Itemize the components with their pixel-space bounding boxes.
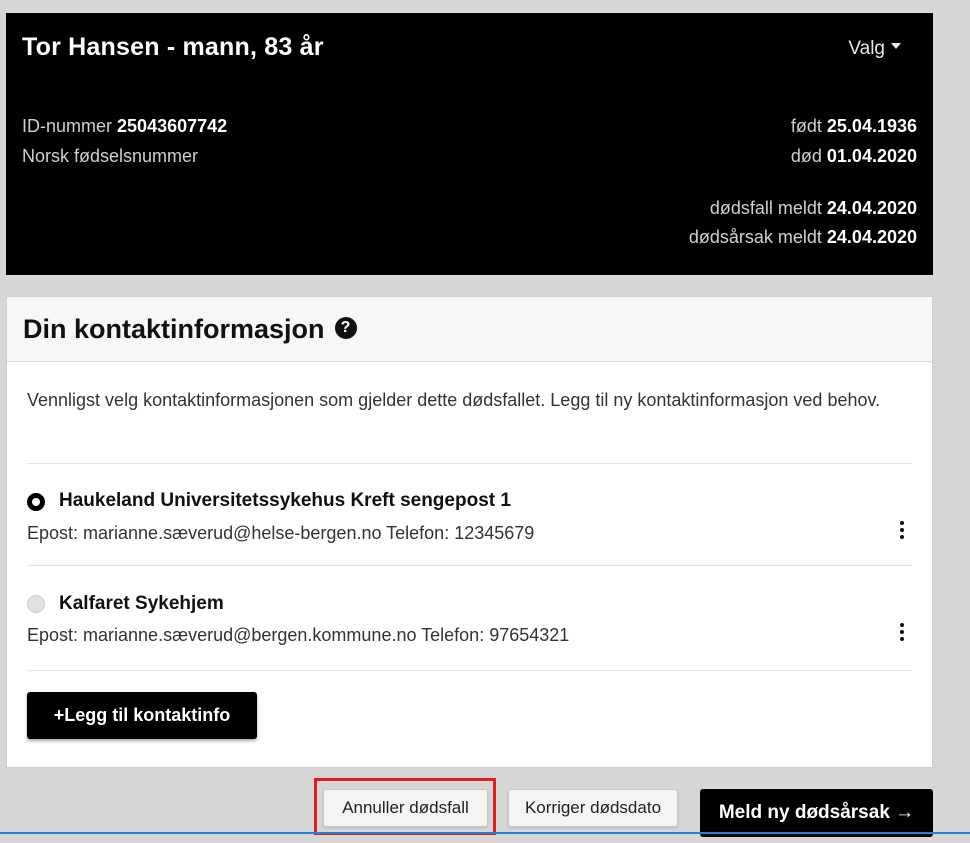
contact-option-2-radio[interactable] xyxy=(27,595,45,613)
contact-option-2-detail: Epost: marianne.sæverud@bergen.kommune.n… xyxy=(27,625,570,645)
died-label: død xyxy=(790,146,822,166)
correct-death-date-button[interactable]: Korriger dødsdato xyxy=(508,789,678,827)
options-menu-label: Valg xyxy=(848,38,885,59)
id-number-value: 25043607742 xyxy=(117,116,228,136)
bottom-border xyxy=(0,832,970,834)
divider xyxy=(27,565,912,566)
patient-title: Tor Hansen - mann, 83 år xyxy=(22,33,324,61)
question-circle-icon[interactable]: ? xyxy=(334,316,357,339)
cause-reported-row: dødsårsak meldt 24.04.2020 xyxy=(689,227,917,248)
id-type: Norsk fødselsnummer xyxy=(22,146,199,166)
contact-option-1-radio[interactable] xyxy=(27,493,45,511)
contact-option-1-name[interactable]: Haukeland Universitetssykehus Kreft seng… xyxy=(59,490,511,512)
intro-text: Vennligst velg kontaktinformasjonen som … xyxy=(27,390,881,410)
contact-option-1-detail: Epost: marianne.sæverud@helse-bergen.no … xyxy=(27,523,535,543)
cause-reported-value: 24.04.2020 xyxy=(826,227,917,247)
highlight-box xyxy=(314,778,496,835)
died-value: 01.04.2020 xyxy=(826,146,917,166)
panel-title-row: Din kontaktinformasjon? xyxy=(23,314,357,345)
options-menu[interactable]: Valg xyxy=(848,38,901,60)
cause-reported-label: dødsårsak meldt xyxy=(688,227,822,247)
panel-header: Din kontaktinformasjon? xyxy=(7,297,932,362)
death-reported-label: dødsfall meldt xyxy=(709,198,822,218)
death-reported-value: 24.04.2020 xyxy=(826,198,917,218)
died-row: død 01.04.2020 xyxy=(791,146,917,167)
caret-down-icon xyxy=(891,42,901,49)
id-number-row: ID-nummer 25043607742 xyxy=(22,116,227,137)
divider xyxy=(27,463,912,464)
add-contact-button[interactable]: +Legg til kontaktinfo xyxy=(27,692,257,739)
contact-info-panel: Din kontaktinformasjon? Vennligst velg k… xyxy=(6,296,933,768)
born-value: 25.04.1936 xyxy=(826,116,917,136)
born-row: født 25.04.1936 xyxy=(791,116,917,137)
more-vertical-icon[interactable] xyxy=(895,621,909,643)
contact-option-2-name[interactable]: Kalfaret Sykehjem xyxy=(59,593,224,615)
born-label: født xyxy=(790,116,822,136)
patient-header: Tor Hansen - mann, 83 år Valg ID-nummer … xyxy=(6,13,933,275)
more-vertical-icon[interactable] xyxy=(895,519,909,541)
divider xyxy=(27,670,912,671)
death-reported-row: dødsfall meldt 24.04.2020 xyxy=(710,198,917,219)
report-new-cause-button[interactable]: Meld ny dødsårsak → xyxy=(700,789,933,837)
panel-title: Din kontaktinformasjon xyxy=(23,314,325,344)
id-number-label: ID-nummer xyxy=(22,116,113,136)
